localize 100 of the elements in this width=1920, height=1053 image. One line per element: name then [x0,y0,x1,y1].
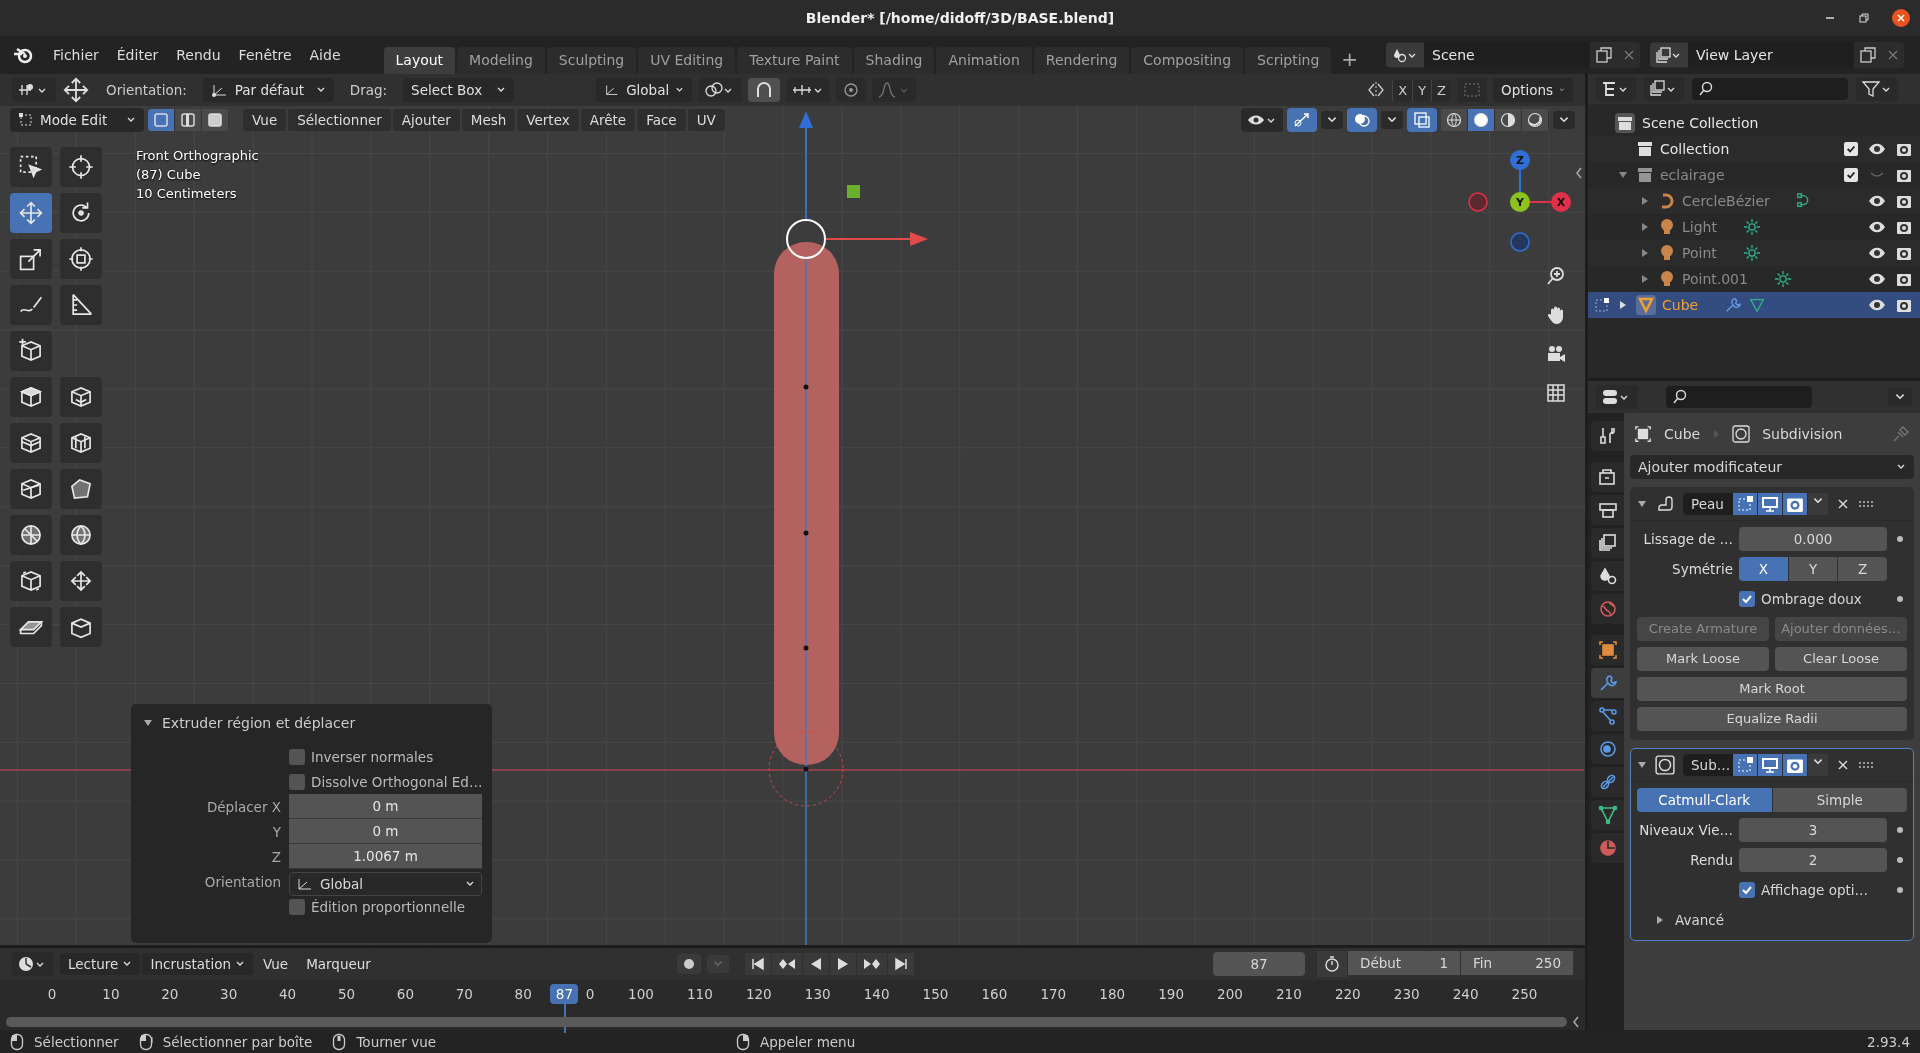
outliner-item[interactable]: Cube [1662,297,1699,313]
number-field[interactable]: 3 [1739,818,1887,842]
action-button[interactable]: Equalize Radii [1637,707,1907,731]
axis-label: Y [1516,196,1524,209]
current-frame-field[interactable]: 87 [1213,952,1305,976]
workspace-tab[interactable]: UV Editing [638,47,736,74]
outliner-item[interactable]: Collection [1660,141,1730,157]
timeline-menu[interactable]: Incrustation [142,953,253,975]
checkbox-label: Ombrage doux [1761,591,1862,607]
toggle-button[interactable]: Z [1838,557,1887,581]
viewport-menu[interactable]: Face [637,109,686,131]
outliner-item[interactable]: eclairage [1660,167,1725,183]
viewport-menu[interactable]: Vertex [517,109,579,131]
outliner-item[interactable]: Light [1682,219,1717,235]
toggle-button[interactable]: X [1739,557,1788,581]
outliner-item[interactable]: Scene Collection [1642,115,1759,131]
status-hint: Tourner vue [356,1033,437,1050]
outliner-item[interactable]: Point.001 [1682,271,1748,287]
frame-number: 0 [46,986,58,1002]
panel-title[interactable]: Extruder région et déplacer [162,715,356,731]
field-label: Déplacer X [206,798,281,815]
viewport-menu[interactable]: UV [687,109,725,131]
number-field[interactable]: 0 m [289,794,482,819]
frame-number: 210 [1275,986,1303,1002]
subpanel-title[interactable]: Avancé [1675,912,1724,928]
frame-number: 240 [1451,986,1480,1002]
menu-item[interactable]: Fenêtre [229,47,301,63]
frame-number: 50 [336,986,357,1002]
frame-number: 60 [395,986,415,1002]
toggle-button[interactable]: Y [1788,557,1838,581]
field-label: Y [272,823,281,840]
scene-field[interactable]: Scene [1424,42,1590,68]
add-workspace-button[interactable]: + [1333,47,1367,74]
frame-number: 180 [1098,986,1127,1002]
orientation-label: Orientation: [105,82,188,98]
timeline-menu[interactable]: Marqueur [298,953,379,975]
number-field[interactable]: 0 m [289,819,482,844]
frame-number: 100 [627,986,655,1002]
frame-number: 230 [1392,986,1421,1002]
number-field[interactable]: 2 [1739,848,1887,872]
axis-label: Z [1516,154,1524,167]
drag-dropdown[interactable]: Select Box [403,78,515,102]
workspace-tab[interactable]: Rendering [1033,47,1130,74]
orientation-dropdown[interactable]: Par défaut [202,78,334,102]
menu-item[interactable]: Rendu [167,47,230,63]
frame-number: 140 [862,986,891,1002]
frame-number: 160 [980,986,1009,1002]
outliner-item[interactable]: Point [1682,245,1717,261]
axis-toggle[interactable]: Z [1431,79,1451,101]
orientation-dropdown[interactable]: Global [289,871,482,896]
action-button[interactable]: Mark Loose [1637,647,1769,671]
viewport-menu[interactable]: Arête [580,109,636,131]
viewport-info-text: (87) Cube [136,167,202,182]
menu-item[interactable]: Aide [300,47,350,63]
viewport-menu[interactable]: Ajouter [392,109,460,131]
number-field[interactable]: 1.0067 m [289,844,482,869]
status-hint: Sélectionner par boîte [162,1033,313,1050]
status-hint: Appeler menu [760,1033,856,1050]
workspace-tab[interactable]: Sculpting [546,47,637,74]
workspace-tab[interactable]: Layout [383,47,456,74]
workspace-tab[interactable]: Compositing [1131,47,1244,74]
add-modifier-dropdown[interactable]: Ajouter modificateur [1630,455,1914,479]
axis-toggle[interactable]: X [1392,79,1413,101]
frame-number: 120 [744,986,773,1002]
timeline-menu[interactable]: Lecture [60,953,141,975]
drag-label: Drag: [348,82,389,98]
viewport-menu[interactable]: Mesh [461,109,516,131]
menu-item[interactable]: Éditer [107,47,168,63]
status-hint: Sélectionner [34,1033,119,1050]
viewport-menu[interactable]: Sélectionner [288,109,391,131]
workspace-tab[interactable]: Texture Paint [737,47,852,74]
field-label: Z [271,848,281,865]
modifier-name-field[interactable]: Sub… [1683,754,1733,776]
axis-toggle[interactable]: Y [1412,79,1432,101]
field-label: Rendu [1689,852,1733,868]
action-button[interactable]: Clear Loose [1775,647,1907,671]
frame-number: 170 [1039,986,1068,1002]
modifier-name-field[interactable]: Peau [1683,493,1733,515]
toggle-button[interactable]: Catmull-Clark [1637,788,1772,812]
start-frame-field[interactable]: Début 1 [1348,951,1460,975]
outliner-item[interactable]: CercleBézier [1682,193,1770,209]
view-layer-field[interactable]: View Layer [1688,42,1854,68]
transform-orientation-dropdown[interactable]: Global [596,78,693,102]
end-frame-field[interactable]: Fin 250 [1461,951,1573,975]
workspace-tab[interactable]: Scripting [1245,47,1332,74]
options-dropdown[interactable]: Options [1493,78,1573,102]
viewport-info-text: 10 Centimeters [136,186,238,201]
frame-number: 220 [1333,986,1362,1002]
workspace-tab[interactable]: Modeling [457,47,545,74]
viewport-menu[interactable]: Vue [243,109,287,131]
mode-dropdown[interactable]: Mode Edit [10,108,144,132]
number-field[interactable]: 0.000 [1739,527,1887,551]
action-button[interactable]: Mark Root [1637,677,1907,701]
workspace-tab[interactable]: Shading [853,47,935,74]
timeline-menu[interactable]: Vue [254,953,297,975]
menu-item[interactable]: Fichier [44,47,108,63]
workspace-tab[interactable]: Animation [936,47,1032,74]
playhead-frame[interactable]: 87 [550,984,579,1004]
frame-number: 80 [513,986,533,1002]
toggle-button[interactable]: Simple [1772,788,1907,812]
